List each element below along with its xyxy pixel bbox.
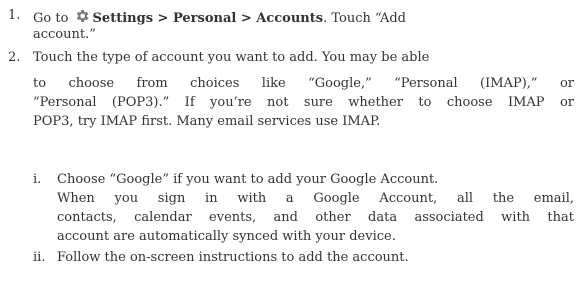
step-2-line-4: POP3, try IMAP first. Many email service… <box>33 114 381 129</box>
step-1-number: 1. <box>8 8 21 23</box>
step-1-line-1: Go to Settings > Personal > Accounts. To… <box>33 8 406 28</box>
settings-path: Settings > Personal > Accounts <box>92 11 324 26</box>
step-2-line-1: Touch the type of account you want to ad… <box>33 50 430 65</box>
step-2-number: 2. <box>8 50 21 65</box>
step-1-suffix: . Touch “Add <box>323 11 406 26</box>
gear-icon <box>74 8 90 28</box>
substep-i-line-1: Choose “Google” if you want to add your … <box>57 172 439 187</box>
substep-i-line-3: contacts, calendar events, and other dat… <box>57 210 574 225</box>
substep-ii-line-1: Follow the on-screen instructions to add… <box>57 250 409 265</box>
substep-i-number: i. <box>33 172 42 187</box>
substep-i-line-4: account are automatically synced with yo… <box>57 229 396 244</box>
step-2-line-2: to choose from choices like “Google,” “P… <box>33 76 574 91</box>
instructions-document: 1. Go to Settings > Personal > Accounts.… <box>0 0 582 307</box>
substep-i-line-2: When you sign in with a Google Account, … <box>57 191 574 206</box>
substep-ii-number: ii. <box>33 250 46 265</box>
step-1-line-2: account.” <box>33 27 96 42</box>
step-2-line-3: “Personal (POP3).” If you’re not sure wh… <box>33 95 574 110</box>
step-1-prefix: Go to <box>33 11 69 26</box>
